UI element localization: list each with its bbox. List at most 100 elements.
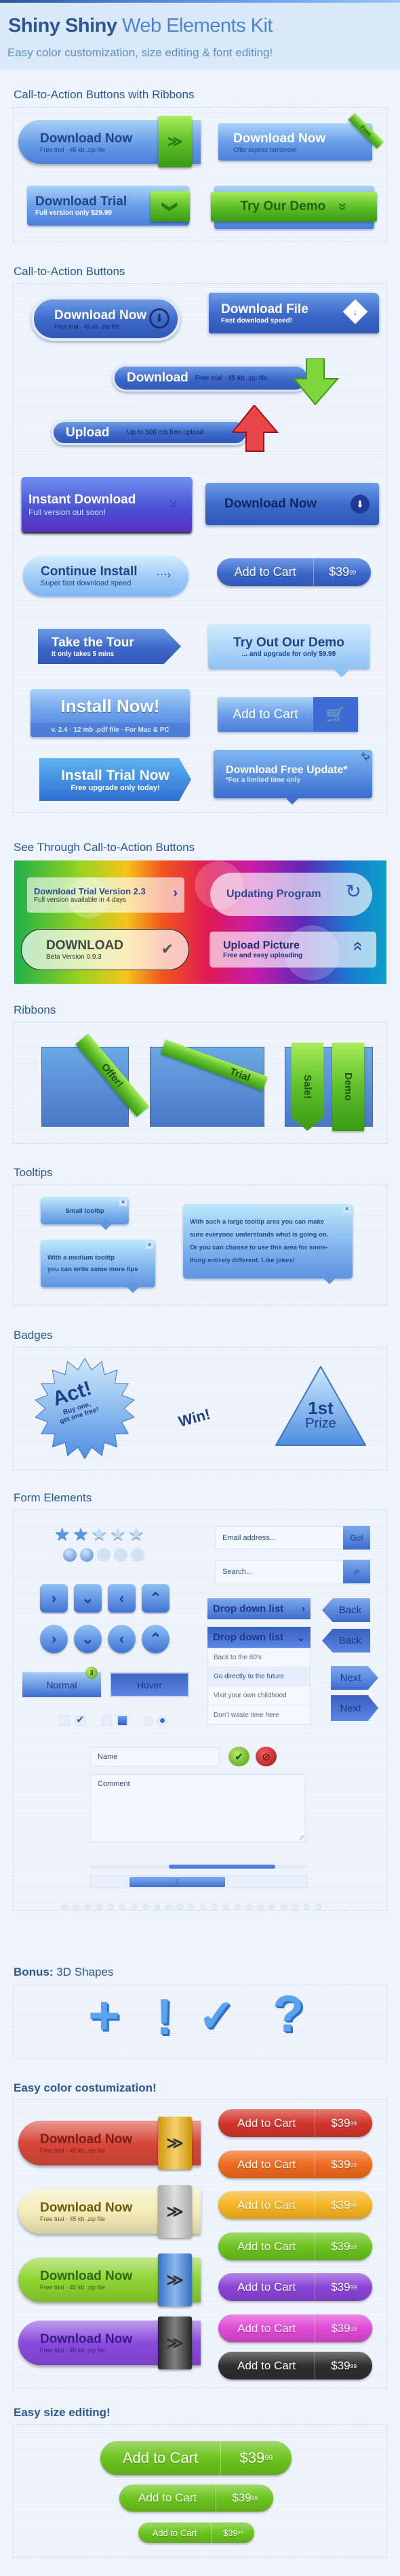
pagination-dot[interactable] xyxy=(212,1904,218,1910)
pagination-dot[interactable] xyxy=(258,1904,264,1910)
pagination-dot[interactable] xyxy=(200,1904,206,1910)
try-out-demo-button[interactable]: Try Out Our Demo ... and upgrade for onl… xyxy=(208,624,369,678)
circle-rating[interactable] xyxy=(63,1548,144,1562)
download-free-update-button[interactable]: Download Free Update* *For a limited tim… xyxy=(214,750,372,805)
pagination-dot[interactable] xyxy=(96,1904,102,1910)
instant-download-button[interactable]: Instant Download Full version out soon! … xyxy=(22,477,192,532)
circle-filled-icon[interactable] xyxy=(80,1548,94,1562)
pagination-dot[interactable] xyxy=(223,1904,229,1910)
pagination-dot[interactable] xyxy=(281,1904,287,1910)
dropdown-option[interactable]: Visit your own childhood xyxy=(208,1686,310,1705)
add-to-cart-price-button[interactable]: Add to Cart $39 99 xyxy=(217,558,371,586)
pagination-dot[interactable] xyxy=(119,1904,125,1910)
star-empty-icon[interactable]: ★ xyxy=(92,1525,107,1543)
pagination-dot[interactable] xyxy=(62,1904,68,1910)
add-to-cart-small-button[interactable]: Add to Cart $39 99 xyxy=(138,2522,254,2543)
add-to-cart-color-button[interactable]: Add to Cart $39 99 xyxy=(218,2191,372,2219)
download-trial-version-button[interactable]: Download Trial Version 2.3 Full version … xyxy=(27,877,184,913)
checkbox-radio-group: ✔ xyxy=(60,1715,167,1726)
go-button[interactable]: Go! xyxy=(343,1526,370,1550)
scrollbar-thumb[interactable]: ⠿ xyxy=(129,1877,225,1887)
scrollbar[interactable]: ⠿ xyxy=(90,1875,308,1888)
dropdown-collapsed[interactable]: Drop down list › xyxy=(207,1598,311,1619)
arrow-left-button[interactable]: ‹ xyxy=(108,1584,136,1613)
dropdown-option[interactable]: Back to the 80's xyxy=(208,1648,310,1667)
pagination-dot[interactable] xyxy=(131,1904,137,1910)
pagination-dot[interactable] xyxy=(85,1904,91,1910)
circle-empty-icon[interactable] xyxy=(114,1548,127,1562)
arrow-up-button[interactable]: ⌃ xyxy=(142,1584,169,1613)
resize-handle-icon[interactable]: ⁄⁄ xyxy=(301,1835,303,1842)
arrow-down-button[interactable]: ⌄ xyxy=(74,1584,102,1613)
download-bar-button[interactable]: Download Free trial · 45 kb .zip file xyxy=(113,365,309,392)
pagination-dot[interactable] xyxy=(246,1904,252,1910)
pagination-dot[interactable] xyxy=(292,1904,298,1910)
close-icon[interactable]: × xyxy=(343,1205,351,1213)
square-checkbox[interactable] xyxy=(102,1716,112,1726)
search-button[interactable]: ⌕ xyxy=(343,1560,370,1583)
circle-empty-icon[interactable] xyxy=(131,1548,144,1562)
pagination-dot[interactable] xyxy=(165,1904,172,1910)
upload-picture-button[interactable]: Upload Picture Free and easy uploading » xyxy=(209,932,376,968)
add-to-cart-medium-button[interactable]: Add to Cart $39 99 xyxy=(119,2485,273,2512)
take-the-tour-button[interactable]: Take the Tour It only takes 5 mins »› xyxy=(38,629,181,664)
radio-button[interactable] xyxy=(144,1716,153,1726)
arrow-right-button[interactable]: › xyxy=(40,1625,68,1653)
pagination-dot[interactable] xyxy=(269,1904,275,1910)
radio-button[interactable] xyxy=(157,1716,167,1726)
install-now-button[interactable]: Install Now! v. 2.4 · 12 mb .pdf file · … xyxy=(31,689,190,737)
comment-textarea[interactable]: Comment ⁄⁄ xyxy=(90,1774,306,1843)
pagination-dot[interactable] xyxy=(177,1904,183,1910)
download-now-free-button[interactable]: Download Now Offer expires tomorrow! xyxy=(218,123,372,161)
range-slider-fill[interactable] xyxy=(168,1865,275,1869)
pagination-dot[interactable] xyxy=(304,1904,310,1910)
add-to-cart-color-button[interactable]: Add to Cart $39 99 xyxy=(218,2151,372,2178)
updating-program-button[interactable]: Updating Program ↻ xyxy=(210,873,372,916)
continue-install-button[interactable]: Continue Install Super fast download spe… xyxy=(23,556,188,596)
add-to-cart-icon-button[interactable]: Add to Cart 🛒 xyxy=(218,697,358,732)
upload-bar-button[interactable]: Upload Up to 500 mb free upload xyxy=(52,420,248,445)
download-beta-button[interactable]: DOWNLOAD Beta Version 0.9.3 ✔ xyxy=(21,929,189,970)
star-empty-icon[interactable]: ★ xyxy=(128,1525,144,1543)
arrow-right-button[interactable]: › xyxy=(40,1584,68,1613)
download-now-pill-button[interactable]: Download Now Free trial · 45 kb .zip fil… xyxy=(31,297,180,341)
checkbox[interactable]: ✔ xyxy=(75,1715,85,1726)
arrow-down-button[interactable]: ⌄ xyxy=(74,1625,102,1653)
star-filled-icon[interactable]: ★ xyxy=(54,1525,70,1543)
pagination-dot[interactable] xyxy=(315,1904,321,1910)
checkbox[interactable] xyxy=(60,1716,70,1726)
add-to-cart-large-button[interactable]: Add to Cart $39 99 xyxy=(100,2441,292,2475)
name-input[interactable]: Name xyxy=(90,1747,220,1766)
hover-button[interactable]: Hover xyxy=(110,1672,189,1697)
install-trial-now-button[interactable]: Install Trial Now Free upgrade only toda… xyxy=(39,758,191,801)
arrow-up-button[interactable]: ⌃ xyxy=(142,1625,169,1653)
circle-filled-icon[interactable] xyxy=(63,1548,77,1562)
add-to-cart-color-button[interactable]: Add to Cart $39 99 xyxy=(218,2314,372,2342)
star-filled-icon[interactable]: ★ xyxy=(73,1525,88,1543)
add-to-cart-color-button[interactable]: Add to Cart $39 99 xyxy=(218,2273,372,2301)
arrow-left-button[interactable]: ‹ xyxy=(108,1625,136,1653)
add-to-cart-color-button[interactable]: Add to Cart $39 99 xyxy=(218,2352,372,2380)
pagination-dot[interactable] xyxy=(142,1904,148,1910)
dropdown-option[interactable]: Don't waste time here xyxy=(208,1705,310,1724)
dropdown-option[interactable]: Go directly to the future xyxy=(208,1667,310,1686)
dropdown-options: Back to the 80's Go directly to the futur… xyxy=(207,1648,311,1725)
close-icon[interactable]: × xyxy=(146,1241,153,1249)
download-file-button[interactable]: Download File Fast download speed! ↓ xyxy=(209,293,379,333)
range-slider[interactable] xyxy=(90,1865,308,1869)
star-empty-icon[interactable]: ★ xyxy=(110,1525,125,1543)
add-to-cart-color-button[interactable]: Add to Cart $39 99 xyxy=(218,2109,372,2137)
add-to-cart-color-button[interactable]: Add to Cart $39 99 xyxy=(218,2232,372,2260)
square-checkbox[interactable] xyxy=(117,1716,127,1726)
download-now-glow-button[interactable]: Download Now ⬇ xyxy=(205,483,379,525)
circle-empty-icon[interactable] xyxy=(97,1548,111,1562)
button-label: Download Free Update* xyxy=(226,764,348,776)
pagination-dot[interactable] xyxy=(235,1904,241,1910)
star-rating[interactable]: ★ ★ ★ ★ ★ xyxy=(54,1525,144,1543)
pagination-dot[interactable] xyxy=(108,1904,114,1910)
pagination-dot[interactable] xyxy=(154,1904,160,1910)
pagination-dot[interactable] xyxy=(73,1904,79,1910)
close-icon[interactable]: × xyxy=(119,1199,127,1206)
pagination-dot[interactable] xyxy=(188,1904,195,1910)
dropdown-expanded[interactable]: Drop down list ⌄ xyxy=(207,1627,311,1648)
